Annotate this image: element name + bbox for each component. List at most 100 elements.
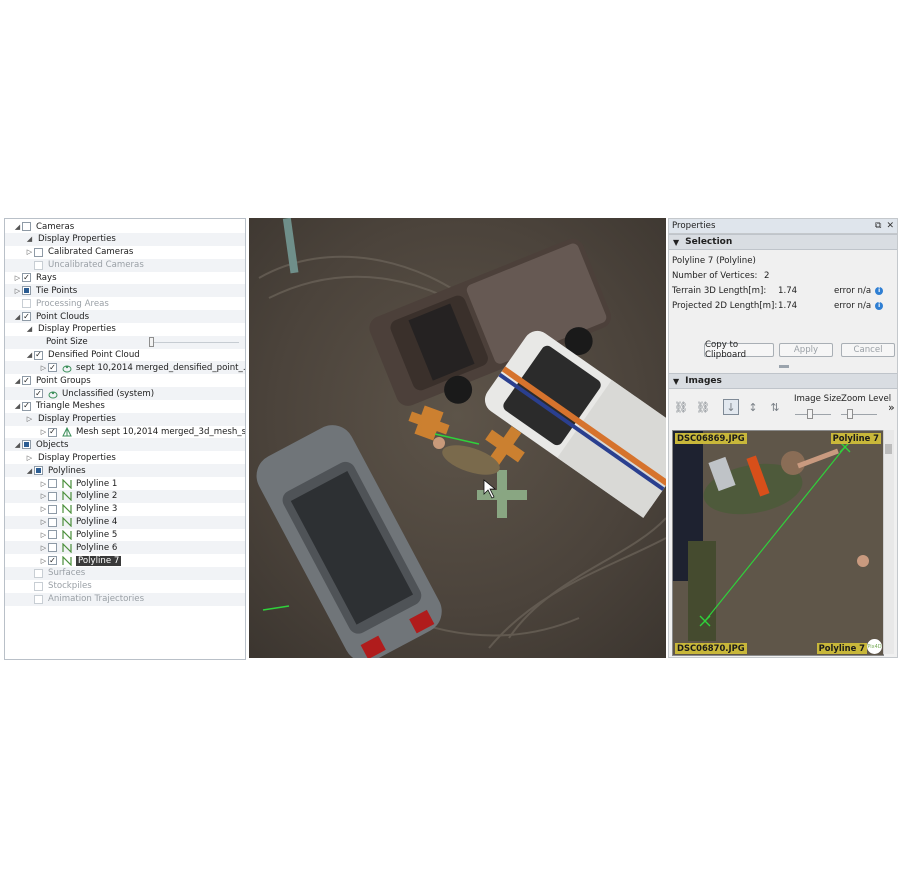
layer-checkbox[interactable] bbox=[48, 530, 57, 540]
expand-arrow-icon[interactable]: ▷ bbox=[39, 362, 48, 374]
image-viewer[interactable]: DSC06869.JPG Polyline 7 DSC06870.JPG Pol… bbox=[672, 430, 884, 656]
tree-row[interactable]: ▷ Calibrated Cameras bbox=[5, 246, 245, 259]
layer-checkbox[interactable] bbox=[48, 427, 57, 437]
layer-checkbox[interactable] bbox=[34, 350, 43, 360]
collapse-arrow-icon[interactable]: ◢ bbox=[25, 349, 34, 361]
tree-row[interactable]: ◢ Triangle Meshes bbox=[5, 400, 245, 413]
layer-checkbox[interactable] bbox=[34, 594, 43, 604]
expand-arrow-icon[interactable]: ▷ bbox=[39, 478, 48, 490]
layer-checkbox[interactable] bbox=[22, 299, 31, 309]
tree-row[interactable]: ▷ Display Properties bbox=[5, 451, 245, 464]
layer-checkbox[interactable] bbox=[34, 568, 43, 578]
tree-row[interactable]: Unclassified (system) bbox=[5, 387, 245, 400]
tree-row[interactable]: ▷ Polyline 6 bbox=[5, 541, 245, 555]
expand-arrow-icon[interactable]: ▷ bbox=[39, 426, 48, 438]
tree-row[interactable]: ▷ Polyline 1 bbox=[5, 477, 245, 490]
expand-arrow-icon[interactable]: ▷ bbox=[39, 490, 48, 502]
tree-row[interactable]: ▷ Polyline 7 bbox=[5, 554, 245, 567]
layer-checkbox[interactable] bbox=[34, 581, 43, 591]
collapse-arrow-icon[interactable]: ◢ bbox=[13, 221, 22, 233]
collapse-arrow-icon[interactable]: ◢ bbox=[13, 375, 22, 387]
collapse-arrow-icon[interactable]: ◢ bbox=[13, 311, 22, 323]
info-icon[interactable]: i bbox=[875, 286, 884, 295]
collapse-arrow-icon[interactable]: ◢ bbox=[25, 323, 34, 335]
expand-arrow-icon[interactable]: ▷ bbox=[25, 413, 34, 425]
point-size-slider[interactable] bbox=[149, 336, 239, 347]
image-size-slider[interactable] bbox=[795, 409, 831, 419]
sort-by-distance-icon[interactable]: ↓ bbox=[723, 399, 739, 415]
layer-checkbox[interactable] bbox=[22, 312, 31, 321]
tree-row[interactable]: ◢ Cameras bbox=[5, 220, 245, 233]
tree-row[interactable]: ◢ Objects bbox=[5, 438, 245, 452]
layer-checkbox[interactable] bbox=[22, 222, 31, 231]
splitter-handle[interactable] bbox=[779, 365, 789, 368]
tree-row[interactable]: ▷ Polyline 2 bbox=[5, 489, 245, 503]
tree-row[interactable]: ◢ Display Properties bbox=[5, 232, 245, 246]
info-icon[interactable]: i bbox=[875, 301, 884, 310]
layer-checkbox[interactable] bbox=[48, 491, 57, 501]
layer-checkbox[interactable] bbox=[22, 401, 31, 411]
zoom-level-slider-thumb[interactable] bbox=[847, 409, 853, 419]
collapse-arrow-icon[interactable]: ◢ bbox=[25, 465, 34, 477]
unlink-icon[interactable]: ⛓ bbox=[695, 399, 711, 415]
tree-row[interactable]: ◢ Densified Point Cloud bbox=[5, 349, 245, 362]
layer-checkbox[interactable] bbox=[22, 440, 31, 450]
zoom-level-slider[interactable] bbox=[841, 409, 877, 419]
collapse-arrow-icon[interactable]: ◢ bbox=[25, 233, 34, 245]
tree-row[interactable]: Point Size bbox=[5, 335, 245, 349]
sort-alphabetical-icon[interactable]: ⇅ bbox=[767, 399, 783, 415]
tree-row[interactable]: ▷ Tie Points bbox=[5, 284, 245, 298]
tree-row[interactable]: ▷ Polyline 4 bbox=[5, 515, 245, 529]
tree-row[interactable]: Stockpiles bbox=[5, 580, 245, 593]
tree-row[interactable]: ▷ Polyline 3 bbox=[5, 503, 245, 516]
collapse-arrow-icon[interactable]: ◢ bbox=[13, 400, 22, 412]
tree-row[interactable]: Processing Areas bbox=[5, 297, 245, 310]
tree-row[interactable]: ▷ Display Properties bbox=[5, 412, 245, 426]
collapse-triangle-icon[interactable]: ▼ bbox=[673, 238, 679, 247]
layer-checkbox[interactable] bbox=[48, 363, 57, 373]
expand-arrow-icon[interactable]: ▷ bbox=[13, 285, 22, 297]
layer-checkbox[interactable] bbox=[22, 273, 31, 283]
layer-checkbox[interactable] bbox=[48, 556, 57, 566]
layer-checkbox[interactable] bbox=[48, 479, 57, 488]
layer-checkbox[interactable] bbox=[48, 504, 57, 514]
layer-checkbox[interactable] bbox=[34, 247, 43, 257]
sort-ascending-icon[interactable]: ↕ bbox=[745, 399, 761, 415]
cancel-button[interactable]: Cancel bbox=[841, 343, 895, 357]
images-section-header[interactable]: ▼ Images bbox=[669, 373, 897, 389]
expand-arrow-icon[interactable]: ▷ bbox=[25, 452, 34, 464]
tree-row[interactable]: Surfaces bbox=[5, 566, 245, 580]
collapse-arrow-icon[interactable]: ◢ bbox=[13, 439, 22, 451]
rayCloud-3d-view[interactable] bbox=[249, 218, 666, 658]
point-size-slider-thumb[interactable] bbox=[149, 336, 154, 347]
expand-arrow-icon[interactable]: ▷ bbox=[25, 246, 34, 258]
close-icon[interactable]: ✕ bbox=[886, 221, 894, 231]
tree-row[interactable]: ▷ Rays bbox=[5, 271, 245, 284]
tree-row[interactable]: ◢ Display Properties bbox=[5, 323, 245, 336]
scrollbar-thumb[interactable] bbox=[885, 444, 892, 454]
tree-row[interactable]: ▷ Mesh sept 10,2014 merged_3d_mesh_sim... bbox=[5, 426, 245, 439]
layer-checkbox[interactable] bbox=[34, 389, 43, 398]
layer-checkbox[interactable] bbox=[48, 517, 57, 527]
selection-section-header[interactable]: ▼ Selection bbox=[669, 234, 897, 250]
link-icon[interactable]: ⛓ bbox=[673, 399, 689, 415]
more-options-icon[interactable]: » bbox=[888, 401, 895, 414]
layer-checkbox[interactable] bbox=[22, 286, 31, 296]
scene-render[interactable] bbox=[249, 218, 666, 658]
layer-checkbox[interactable] bbox=[34, 260, 43, 270]
expand-arrow-icon[interactable]: ▷ bbox=[39, 555, 48, 567]
copy-to-clipboard-button[interactable]: Copy to Clipboard bbox=[704, 340, 774, 360]
layer-checkbox[interactable] bbox=[34, 466, 43, 476]
tree-row[interactable]: Uncalibrated Cameras bbox=[5, 258, 245, 272]
expand-arrow-icon[interactable]: ▷ bbox=[39, 503, 48, 515]
tree-row[interactable]: ◢ Point Groups bbox=[5, 374, 245, 387]
tree-row[interactable]: ▷ sept 10,2014 merged_densified_point_... bbox=[5, 361, 245, 375]
tree-row[interactable]: Animation Trajectories bbox=[5, 592, 245, 606]
tree-row[interactable]: ▷ Polyline 5 bbox=[5, 528, 245, 541]
float-panel-icon[interactable]: ⧉ bbox=[875, 221, 881, 231]
apply-button[interactable]: Apply bbox=[779, 343, 833, 357]
tree-row[interactable]: ◢ Polylines bbox=[5, 464, 245, 478]
expand-arrow-icon[interactable]: ▷ bbox=[39, 542, 48, 554]
camera-image-thumbnail[interactable] bbox=[673, 431, 883, 655]
expand-arrow-icon[interactable]: ▷ bbox=[13, 272, 22, 284]
